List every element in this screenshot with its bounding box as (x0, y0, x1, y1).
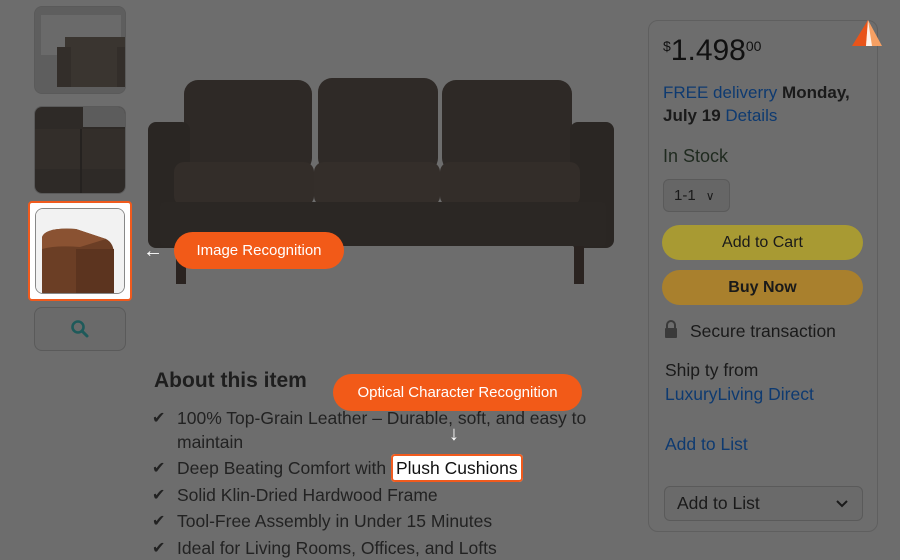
zoom-thumbnail[interactable] (34, 307, 126, 351)
list-item: ✔ 100% Top-Grain Leather – Durable, soft,… (152, 408, 587, 452)
ship-from-label: Ship ty from (665, 360, 759, 380)
chevron-down-icon (836, 499, 848, 507)
check-icon: ✔ (152, 410, 166, 427)
list-item: ✔ Deep Beating Comfort with Plush Cushion… (152, 454, 592, 482)
search-icon (71, 320, 89, 338)
quantity-value: 1-1 (674, 187, 696, 204)
thumbnail-image (36, 209, 124, 293)
secure-transaction[interactable]: Secure transaction (690, 321, 836, 342)
add-to-list-label: Add to List (677, 493, 760, 513)
list-item: ✔ Solid Klin-Dried Hardwood Frame (152, 484, 592, 508)
stock-status: In Stock (663, 146, 729, 166)
delivery-info: FREE deliverry Monday, July 19 Details (663, 81, 863, 127)
check-icon: ✔ (152, 513, 166, 530)
arrow-left-icon: ← (143, 240, 163, 262)
thumbnail-image (35, 7, 125, 93)
list-item: ✔ Ideal for Living Rooms, Offices, and Lo… (152, 537, 592, 560)
ocr-callout: Optical Character Recognition (333, 374, 582, 411)
seller-link[interactable]: LuxuryLiving Direct (665, 382, 814, 406)
product-page: ← Image Recognition Optical Character Re… (0, 0, 900, 560)
quantity-select[interactable]: 1-1 ∨ (663, 179, 730, 212)
add-to-list-button[interactable]: Add to List (664, 486, 863, 521)
delivery-details-link[interactable]: Details (725, 106, 777, 125)
thumbnail-armrest-selected[interactable] (28, 201, 132, 301)
logo-icon (852, 20, 882, 46)
free-delivery-link[interactable]: FREE deliverry (663, 83, 777, 102)
image-recognition-callout: Image Recognition (174, 232, 344, 269)
lock-icon (665, 320, 677, 338)
price-amount: 1.498 (670, 34, 746, 67)
list-item: ✔ Tool-Free Assembly in Under 15 Minutes (152, 510, 592, 534)
add-to-cart-button[interactable]: Add to Cart (662, 225, 863, 260)
about-title: About this item (154, 369, 307, 392)
thumbnail-sofa-room[interactable] (34, 6, 126, 94)
price-cents: 00 (745, 38, 762, 54)
thumbnail-sofa-closeup[interactable] (34, 106, 126, 194)
check-icon: ✔ (152, 460, 166, 477)
price-currency: $ (663, 38, 671, 54)
buy-now-button[interactable]: Buy Now (662, 270, 863, 305)
chevron-down-icon: ∨ (705, 188, 715, 203)
check-icon: ✔ (152, 486, 166, 504)
check-icon: ✔ (152, 539, 166, 557)
ship-from: Ship ty from LuxuryLiving Direct (665, 358, 814, 406)
price: $1.49800 (663, 34, 761, 68)
about-bullets: ✔ 100% Top-Grain Leather – Durable, soft,… (152, 407, 592, 560)
ocr-highlight: Plush Cushions (391, 454, 523, 482)
thumbnail-image (35, 107, 125, 193)
add-to-list-link[interactable]: Add to List (665, 434, 748, 455)
